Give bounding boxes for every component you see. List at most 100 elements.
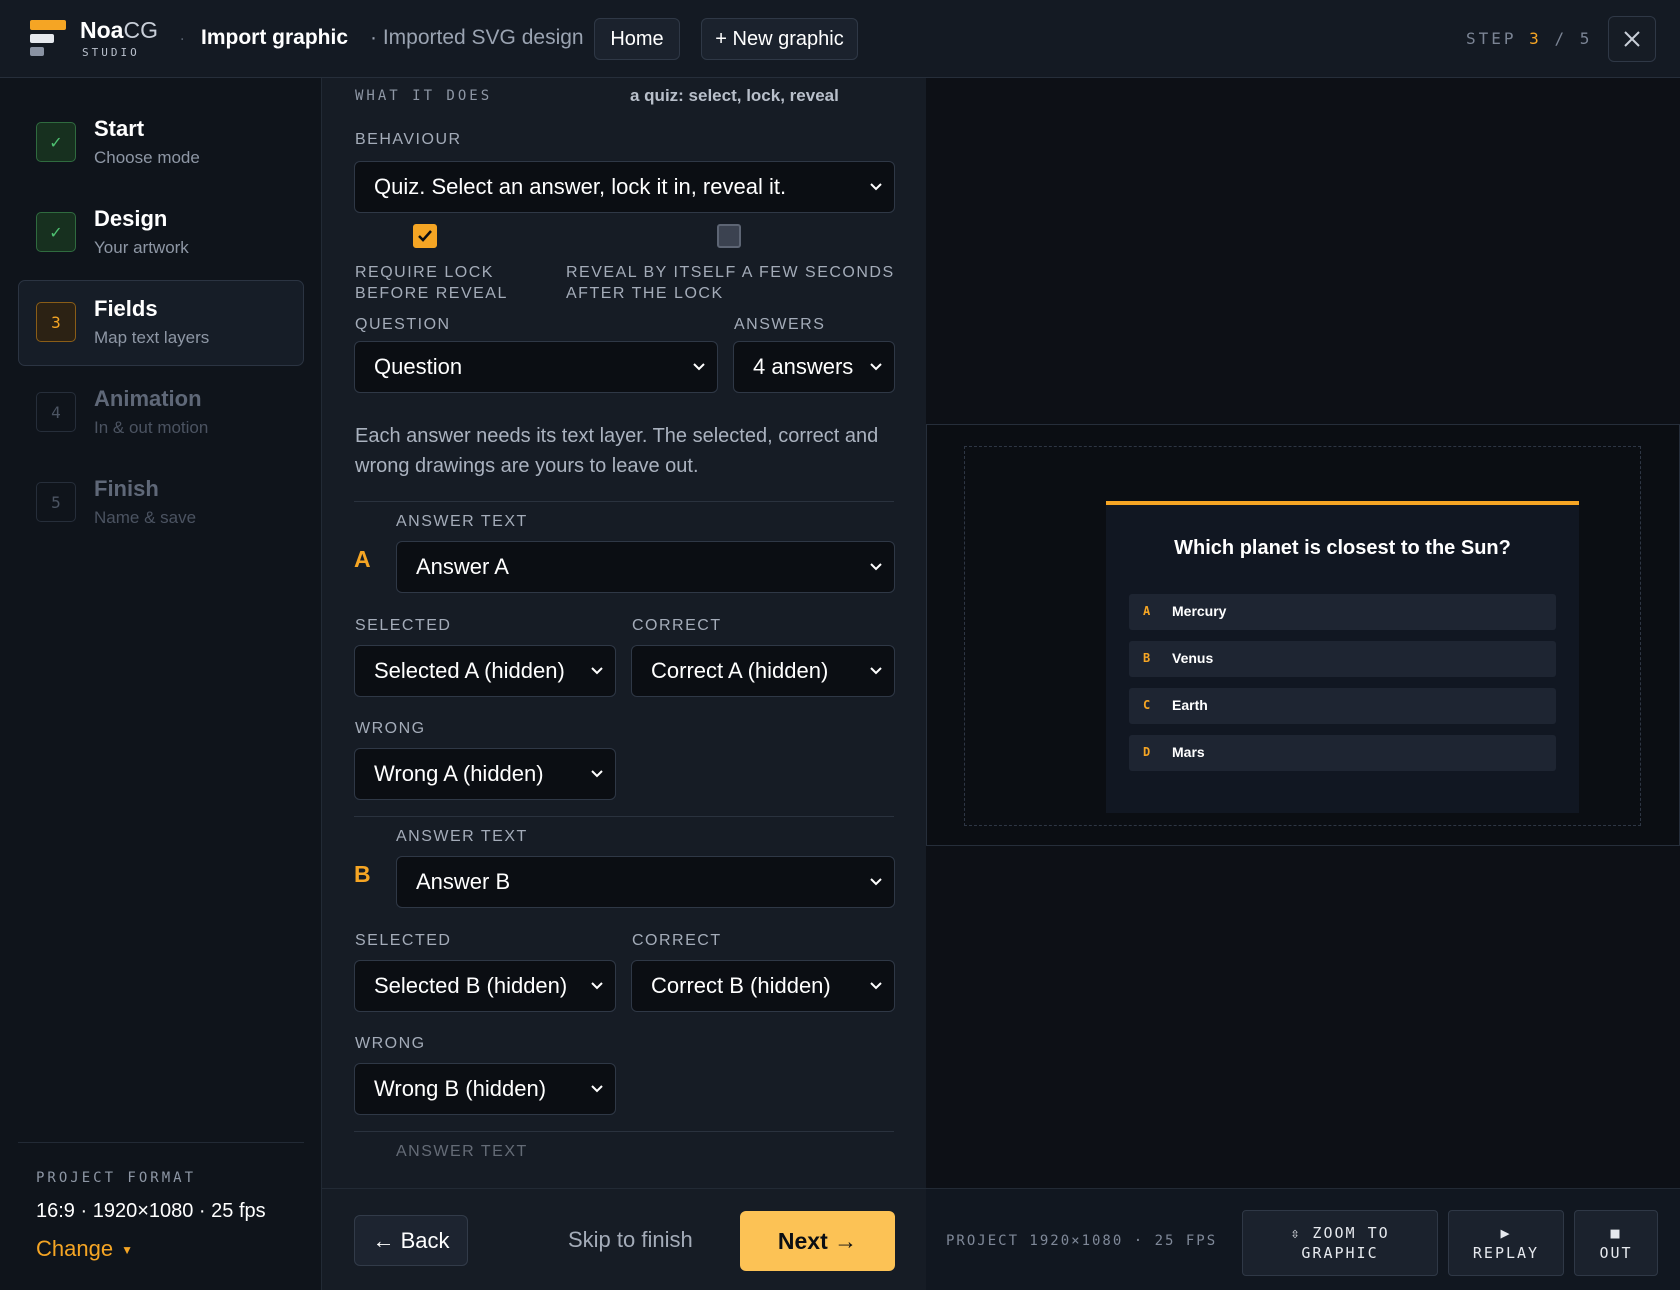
preview-toolbar: PROJECT 1920×1080 · 25 FPS ⇳ ZOOM TO GRA…: [926, 1188, 1680, 1290]
answer-a-selected-select[interactable]: Selected A (hidden): [354, 645, 616, 697]
answer-a-wrong-select[interactable]: Wrong A (hidden): [354, 748, 616, 800]
home-button[interactable]: Home: [594, 18, 680, 60]
answer-b-text-value: Answer B: [416, 869, 511, 894]
answer-text-label: ANSWER TEXT: [396, 1143, 528, 1160]
reveal-auto-checkbox[interactable]: [717, 224, 741, 248]
out-button[interactable]: ■ OUT: [1574, 1210, 1658, 1276]
sidebar-step-design[interactable]: ✓ Design Your artwork: [18, 190, 304, 276]
play-icon: ▶: [1500, 1224, 1512, 1242]
skip-to-finish-link[interactable]: Skip to finish: [568, 1227, 693, 1253]
step-title: Start: [94, 116, 145, 141]
answer-text: Mercury: [1172, 603, 1227, 619]
divider: [354, 501, 894, 502]
question-select[interactable]: Question: [354, 341, 718, 393]
quiz-answer: A Mercury: [1129, 594, 1556, 630]
step-description: In & out motion: [94, 418, 209, 437]
answer-letter: B: [354, 861, 371, 887]
answer-letter: D: [1143, 745, 1151, 759]
answer-a-text-select[interactable]: Answer A: [396, 541, 895, 593]
quiz-answer: C Earth: [1129, 688, 1556, 724]
what-it-does-value: a quiz: select, lock, reveal: [630, 86, 839, 105]
separator-dot: ·: [180, 32, 185, 48]
answer-a-wrong-value: Wrong A (hidden): [374, 761, 544, 786]
brand-name: NoaCG: [80, 17, 158, 43]
answer-b-selected-select[interactable]: Selected B (hidden): [354, 960, 616, 1012]
sidebar-step-fields[interactable]: 3 Fields Map text layers: [18, 280, 304, 366]
chevron-down-icon: [591, 667, 603, 675]
step-number: 3: [36, 302, 76, 342]
sidebar-step-finish[interactable]: 5 Finish Name & save: [18, 460, 304, 546]
chevron-down-icon: [591, 1085, 603, 1093]
step-description: Name & save: [94, 508, 197, 527]
replay-label: REPLAY: [1472, 1244, 1540, 1262]
behaviour-label: BEHAVIOUR: [355, 131, 462, 148]
quiz-graphic: Which planet is closest to the Sun? A Me…: [1106, 501, 1579, 813]
chevron-down-icon: [870, 667, 882, 675]
answer-b-correct-value: Correct B (hidden): [651, 973, 831, 998]
quiz-answer: B Venus: [1129, 641, 1556, 677]
answer-text: Earth: [1172, 697, 1208, 713]
zoom-to-graphic-button[interactable]: ⇳ ZOOM TO GRAPHIC: [1242, 1210, 1438, 1276]
question-label: QUESTION: [355, 316, 451, 333]
chevron-down-icon: [591, 982, 603, 990]
fields-form[interactable]: WHAT IT DOES a quiz: select, lock, revea…: [322, 78, 926, 1188]
change-format-button[interactable]: Change ▼: [36, 1236, 133, 1262]
answer-text-label: ANSWER TEXT: [396, 828, 528, 845]
answer-b-wrong-select[interactable]: Wrong B (hidden): [354, 1063, 616, 1115]
require-lock-checkbox[interactable]: [413, 224, 437, 248]
require-lock-label: REQUIRE LOCK BEFORE REVEAL: [355, 264, 508, 302]
step-number: 4: [36, 392, 76, 432]
accent-bar: [1106, 501, 1579, 505]
close-button[interactable]: [1608, 16, 1656, 62]
wrong-label: WRONG: [355, 720, 426, 737]
behaviour-select[interactable]: Quiz. Select an answer, lock it in, reve…: [354, 161, 895, 213]
answers-count-value: 4 answers: [753, 354, 854, 379]
next-button[interactable]: Next →: [740, 1211, 895, 1271]
chevron-down-icon: [870, 563, 882, 571]
answer-text-label: ANSWER TEXT: [396, 513, 528, 530]
checkmark-icon: [418, 230, 432, 242]
answer-b-text-select[interactable]: Answer B: [396, 856, 895, 908]
answer-text: Mars: [1172, 744, 1205, 760]
quiz-question: Which planet is closest to the Sun?: [1174, 537, 1511, 559]
answer-text: Venus: [1172, 650, 1214, 666]
answer-letter: C: [1143, 698, 1151, 712]
close-icon: [1624, 31, 1640, 47]
answer-b-selected-value: Selected B (hidden): [374, 973, 568, 998]
reveal-auto-label: REVEAL BY ITSELF A FEW SECONDS AFTER THE…: [566, 264, 895, 302]
project-info: PROJECT 1920×1080 · 25 FPS: [946, 1233, 1218, 1249]
safe-area-guide: Which planet is closest to the Sun? A Me…: [964, 446, 1641, 826]
step-description: Map text layers: [94, 328, 210, 347]
step-indicator: STEP 3 / 5: [1466, 29, 1593, 48]
answer-b-wrong-value: Wrong B (hidden): [374, 1076, 547, 1101]
answer-letter: A: [354, 546, 371, 572]
answer-b-correct-select[interactable]: Correct B (hidden): [631, 960, 895, 1012]
what-it-does-label: WHAT IT DOES: [355, 88, 493, 104]
answer-a-correct-select[interactable]: Correct A (hidden): [631, 645, 895, 697]
quiz-answer: D Mars: [1129, 735, 1556, 771]
chevron-down-icon: [870, 183, 882, 191]
step-title: Finish: [94, 476, 159, 501]
answers-count-select[interactable]: 4 answers: [733, 341, 895, 393]
check-icon: ✓: [36, 212, 76, 252]
chevron-down-icon: [591, 770, 603, 778]
back-button[interactable]: ← Back: [354, 1215, 468, 1266]
divider: [354, 816, 894, 817]
replay-button[interactable]: ▶ REPLAY: [1448, 1210, 1564, 1276]
new-graphic-button[interactable]: + New graphic: [701, 18, 858, 60]
chevron-down-icon: [870, 363, 882, 371]
sidebar-step-animation[interactable]: 4 Animation In & out motion: [18, 370, 304, 456]
wrong-label: WRONG: [355, 1035, 426, 1052]
step-number: 5: [36, 482, 76, 522]
sidebar-step-start[interactable]: ✓ Start Choose mode: [18, 100, 304, 186]
chevron-down-icon: [870, 878, 882, 886]
divider: [354, 1131, 894, 1132]
step-description: Your artwork: [94, 238, 189, 257]
preview-stage: Which planet is closest to the Sun? A Me…: [926, 424, 1680, 846]
answers-count-label: ANSWERS: [734, 316, 826, 333]
answer-a-selected-value: Selected A (hidden): [374, 658, 565, 683]
correct-label: CORRECT: [632, 617, 722, 634]
correct-label: CORRECT: [632, 932, 722, 949]
out-label: OUT: [1599, 1244, 1633, 1262]
divider: [18, 1142, 304, 1143]
